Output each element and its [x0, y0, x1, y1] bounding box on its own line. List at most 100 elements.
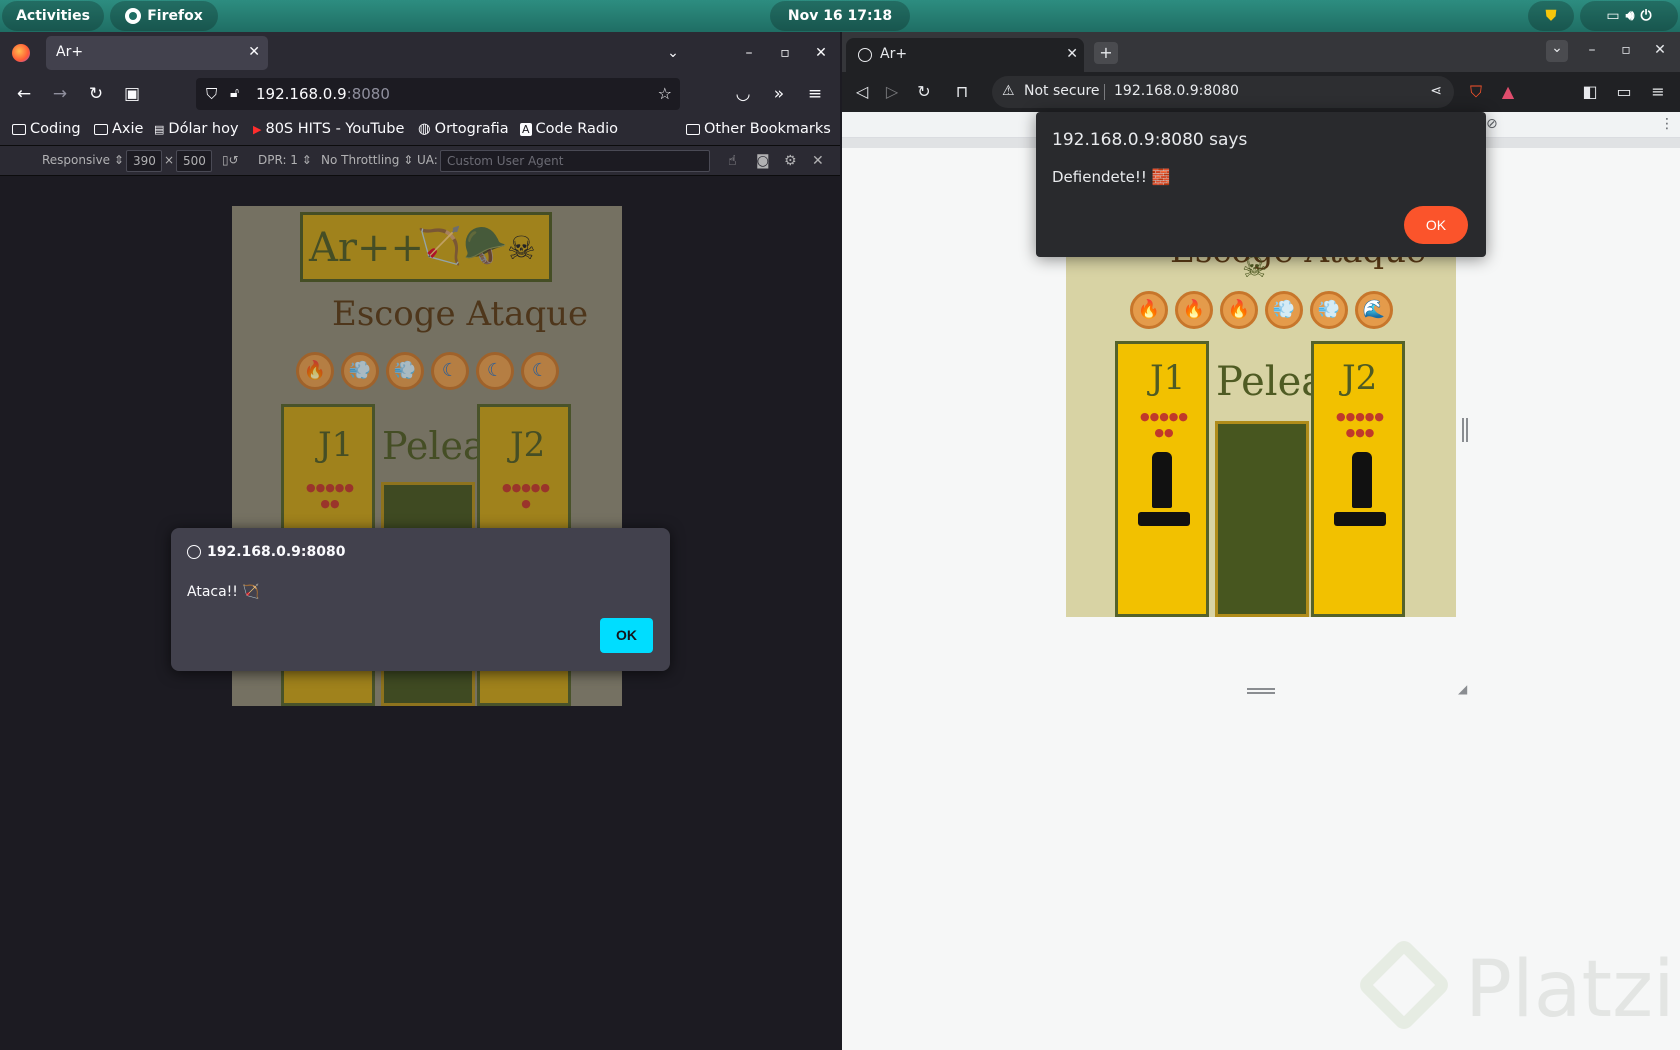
dialog-ok-button[interactable]: OK [600, 618, 653, 653]
bookmark-icon[interactable]: ⊓ [952, 82, 972, 102]
gnome-top-bar: Activities Firefox Nov 16 17:18 ⛊ ▭ 🔊︎ ⏻ [0, 0, 1680, 32]
close-window-icon[interactable]: ✕ [1651, 42, 1669, 58]
bookmarks-toolbar: Coding Axie ▤ Dólar hoy ▶ 80S HITS - YouTu… [0, 114, 840, 146]
rotate-icon[interactable]: ⊘ [1486, 116, 1498, 132]
more-options-icon[interactable]: ⋮ [1660, 116, 1674, 132]
attack-button-2[interactable]: 🔥 [1175, 291, 1213, 329]
screenshot-icon[interactable]: ◙ [756, 153, 770, 169]
sidebar-icon[interactable]: ◧ [1580, 82, 1600, 102]
tracking-shield-icon[interactable]: ⛉ [206, 85, 217, 103]
attack-icon: 🔥 [1227, 299, 1251, 320]
tab-search-icon[interactable]: ⌄ [1546, 40, 1568, 62]
brave-tab-bar: Ar+ ✕ + ⌄ – ▫ ✕ [842, 32, 1680, 72]
rotate-device-icon[interactable]: ▯↺ [222, 153, 239, 167]
player2-lives: ●●●●● ●●● [1336, 410, 1384, 439]
attack-button-4[interactable]: 💨 [1265, 291, 1303, 329]
back-icon[interactable]: ◁ [852, 82, 872, 102]
attack-button-6[interactable]: 🌊 [1355, 291, 1393, 329]
menu-icon[interactable]: ≡ [1648, 82, 1668, 102]
bookmark-ortografia[interactable]: ◍ Ortografia [418, 121, 509, 137]
share-icon[interactable]: ⋖ [1430, 83, 1442, 99]
pocket-icon[interactable]: ◡ [733, 84, 753, 104]
close-rdm-icon[interactable]: ✕ [812, 153, 824, 169]
attack-icon: 🔥 [1182, 299, 1206, 320]
fight-label: Pelea [1216, 359, 1326, 405]
player2-label: J2 [1342, 358, 1378, 398]
responsive-mode-icon[interactable]: ▣ [122, 84, 142, 104]
system-tray[interactable]: ▭ 🔊︎ ⏻ [1580, 1, 1678, 31]
times-sign: × [164, 153, 175, 167]
new-tab-button[interactable]: + [1094, 42, 1118, 64]
viewport-width-input[interactable]: 390 [126, 150, 162, 172]
player2-column: J2 ●●●●● ●●● [1311, 341, 1405, 617]
bookmark-dolar-hoy[interactable]: ▤ Dólar hoy [154, 121, 239, 137]
bookmark-label: Dólar hoy [168, 121, 239, 137]
other-bookmarks[interactable]: Other Bookmarks [686, 121, 831, 137]
bookmark-axie[interactable]: Axie [94, 121, 143, 137]
app-menu-button[interactable]: Firefox [110, 1, 218, 31]
maximize-icon[interactable]: ▫ [1617, 42, 1635, 58]
tab-title: Ar+ [880, 46, 908, 62]
dpr-selector[interactable]: DPR: 1 ⇕ [258, 153, 312, 167]
clock[interactable]: Nov 16 17:18 [770, 1, 910, 31]
url-port: :8080 [346, 85, 390, 103]
dialog-message: Defiendete!! 🧱 [1052, 168, 1171, 186]
url-bar[interactable]: ⚠ Not secure 192.168.0.9:8080 ⋖ [992, 76, 1454, 108]
firefox-icon [125, 8, 142, 24]
not-secure-label[interactable]: Not secure [1024, 83, 1100, 99]
responsive-design-toolbar: Responsive ⇕ 390 × 500 ▯↺ DPR: 1 ⇕ No Th… [0, 146, 840, 176]
wallet-icon[interactable]: ▭ [1614, 82, 1634, 102]
bookmark-coding[interactable]: Coding [12, 121, 81, 137]
resize-handle-right[interactable] [1462, 418, 1468, 442]
throttling-selector[interactable]: No Throttling ⇕ [321, 153, 413, 167]
flag-icon: ▤ [154, 122, 165, 136]
minimize-icon[interactable]: – [1583, 42, 1601, 58]
more-tools-icon[interactable]: » [769, 84, 789, 104]
alert-dialog-firefox: 192.168.0.9:8080 Ataca!! 🏹 OK [171, 528, 670, 671]
watermark-text: Platzi [1465, 945, 1675, 1035]
attack-icon: 🌊 [1362, 299, 1386, 320]
reload-icon[interactable]: ↻ [914, 82, 934, 102]
close-window-icon[interactable]: ✕ [812, 44, 830, 62]
bookmark-code-radio[interactable]: A Code Radio [520, 121, 618, 137]
minimize-icon[interactable]: – [740, 44, 758, 62]
player1-column: J1 ●●●●● ●● [1115, 341, 1209, 617]
alert-dialog-brave: 192.168.0.9:8080 says Defiendete!! 🧱 OK [1036, 112, 1486, 257]
app-name: Firefox [147, 8, 203, 24]
insecure-lock-icon[interactable]: 🔓︎ [230, 85, 239, 101]
device-selector[interactable]: Responsive ⇕ [42, 153, 124, 167]
tab-ar[interactable]: Ar+ ✕ [46, 36, 268, 70]
code-radio-icon: A [520, 122, 532, 136]
attack-button-5[interactable]: 💨 [1310, 291, 1348, 329]
attack-icon: 💨 [1317, 299, 1341, 320]
user-agent-input[interactable]: Custom User Agent [440, 150, 710, 172]
shield-tray[interactable]: ⛊ [1528, 1, 1574, 31]
brave-shields-icon[interactable]: ⛉ [1466, 82, 1486, 102]
resize-handle-bottom[interactable] [1247, 688, 1275, 694]
brave-rewards-icon[interactable]: ▲ [1498, 82, 1518, 102]
viewport-height-input[interactable]: 500 [176, 150, 212, 172]
player1-label: J1 [1150, 358, 1186, 398]
close-tab-icon[interactable]: ✕ [1066, 46, 1078, 62]
folder-icon [94, 123, 108, 135]
settings-gear-icon[interactable]: ⚙ [784, 153, 797, 169]
dialog-ok-button[interactable]: OK [1404, 206, 1468, 244]
resize-corner-icon[interactable]: ◢ [1458, 682, 1467, 696]
attack-button-3[interactable]: 🔥 [1220, 291, 1258, 329]
activities-button[interactable]: Activities [2, 1, 104, 31]
tab-list-icon[interactable]: ⌄ [664, 44, 682, 62]
back-icon[interactable]: ← [14, 84, 34, 104]
tab-ar[interactable]: Ar+ ✕ [846, 38, 1084, 72]
forward-icon[interactable]: ▷ [882, 82, 902, 102]
attack-button-1[interactable]: 🔥 [1130, 291, 1168, 329]
forward-icon[interactable]: → [50, 84, 70, 104]
url-bar[interactable]: ⛉ 🔓︎ 192.168.0.9:8080 ☆ [196, 78, 680, 110]
menu-icon[interactable]: ≡ [805, 84, 825, 104]
bookmark-star-icon[interactable]: ☆ [658, 84, 672, 103]
touch-simulation-icon[interactable]: ☝ [728, 153, 737, 169]
attack-icon: 💨 [1272, 299, 1296, 320]
reload-icon[interactable]: ↻ [86, 84, 106, 104]
close-tab-icon[interactable]: ✕ [248, 44, 260, 60]
bookmark-80s-hits[interactable]: ▶ 80S HITS - YouTube [253, 121, 404, 137]
maximize-icon[interactable]: ▫ [776, 44, 794, 62]
